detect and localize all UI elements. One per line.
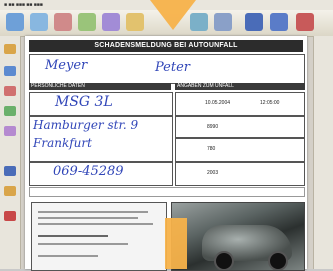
text-line <box>38 235 108 237</box>
app-window: ■ ■■ ■■■ ■■ ■■■ SCHADENSMELDUNG BEI AUTO… <box>0 0 333 271</box>
print-icon[interactable] <box>54 13 72 31</box>
text-line <box>38 255 98 257</box>
plate-handwriting: MSG 3L <box>55 94 113 110</box>
open-icon[interactable] <box>6 13 24 31</box>
phone-handwriting: 069-45289 <box>53 164 124 179</box>
wheel <box>214 251 234 270</box>
checkbox-row[interactable] <box>29 187 305 197</box>
export-icon[interactable] <box>126 13 144 31</box>
accident-photo <box>171 202 305 271</box>
time-value: 12:05:00 <box>260 100 280 106</box>
text-line <box>38 243 128 245</box>
settings-icon[interactable] <box>270 13 288 31</box>
last-name-handwriting: Meyer <box>45 58 88 73</box>
highlight-arrow-bottom <box>165 218 187 269</box>
menu-file[interactable]: ■ ■■ ■■■ ■■ ■■■ <box>4 2 43 8</box>
save-icon[interactable] <box>30 13 48 31</box>
section-personal-header: PERSÖNLICHE DATEN <box>29 83 171 90</box>
marker-icon[interactable] <box>4 106 16 116</box>
amount-box <box>175 116 305 138</box>
pen-icon[interactable] <box>4 86 16 96</box>
text-line <box>38 211 148 213</box>
highlight-arrow-top <box>150 0 196 30</box>
note-icon[interactable] <box>4 186 16 196</box>
form-title: SCHADENSMELDUNG BEI AUTOUNFALL <box>29 40 303 52</box>
text-line <box>38 223 153 225</box>
street-handwriting: Hamburger str. 9 <box>33 118 139 132</box>
description-block <box>31 202 167 271</box>
shape-icon[interactable] <box>4 126 16 136</box>
km-box <box>175 138 305 162</box>
view-icon[interactable] <box>214 13 232 31</box>
eraser-icon[interactable] <box>4 211 16 221</box>
city-handwriting: Frankfurt <box>33 136 92 150</box>
year-value: 2003 <box>207 170 219 176</box>
pointer-icon[interactable] <box>4 44 16 54</box>
first-name-handwriting: Peter <box>155 60 190 75</box>
left-toolbar <box>0 36 21 269</box>
text-icon[interactable] <box>4 66 16 76</box>
date-time-box <box>175 92 305 116</box>
stamp-icon[interactable] <box>4 166 16 176</box>
right-scrollbar[interactable] <box>313 36 333 269</box>
year-box <box>175 162 305 186</box>
close-icon[interactable] <box>296 13 314 31</box>
date-value: 10.05.2004 <box>205 100 231 106</box>
tools-icon[interactable] <box>245 13 263 31</box>
section-accident-header: ANGABEN ZUM UNFALL <box>175 83 305 90</box>
amount-value: 8990 <box>207 124 219 130</box>
scan-icon[interactable] <box>78 13 96 31</box>
km-value: 780 <box>207 146 216 152</box>
edit-icon[interactable] <box>102 13 120 31</box>
wheel <box>268 251 288 270</box>
text-line <box>38 217 138 219</box>
